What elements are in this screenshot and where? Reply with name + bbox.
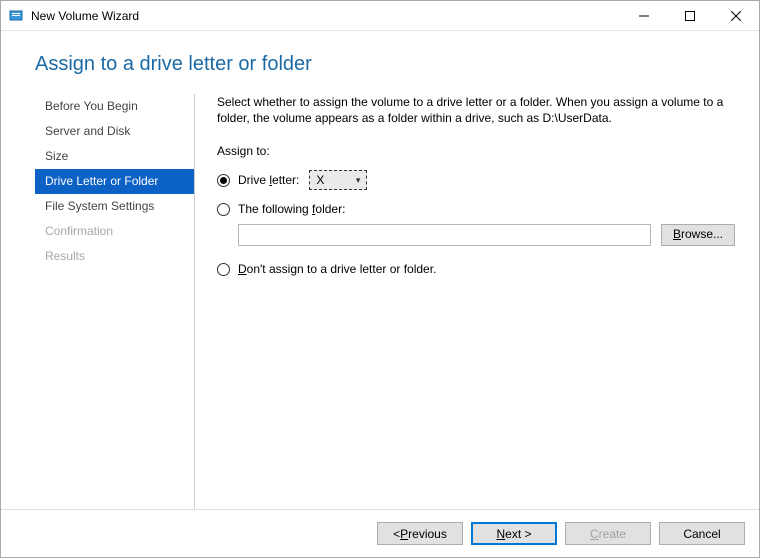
- folder-path-input[interactable]: [238, 224, 651, 246]
- window-controls: [621, 1, 759, 30]
- page-heading: Assign to a drive letter or folder: [1, 31, 759, 94]
- radio-dont-assign[interactable]: [217, 263, 230, 276]
- browse-button[interactable]: Browse...: [661, 224, 735, 246]
- assign-options: Drive letter: X ▾ The following folder:: [217, 170, 735, 276]
- assign-to-label: Assign to:: [217, 144, 735, 158]
- chevron-down-icon: ▾: [356, 175, 361, 186]
- drive-letter-value: X: [316, 173, 324, 187]
- radio-following-folder[interactable]: [217, 203, 230, 216]
- window-title: New Volume Wizard: [31, 9, 139, 23]
- nav-file-system-settings[interactable]: File System Settings: [35, 194, 194, 219]
- maximize-button[interactable]: [667, 1, 713, 30]
- main-panel: Select whether to assign the volume to a…: [195, 94, 735, 509]
- wizard-body: Assign to a drive letter or folder Befor…: [1, 31, 759, 557]
- next-button[interactable]: Next >: [471, 522, 557, 545]
- nav-before-you-begin[interactable]: Before You Begin: [35, 94, 194, 119]
- drive-letter-select[interactable]: X ▾: [309, 170, 367, 190]
- folder-input-row: Browse...: [217, 224, 735, 246]
- following-folder-label: The following folder:: [238, 202, 345, 216]
- previous-button[interactable]: < Previous: [377, 522, 463, 545]
- option-following-folder[interactable]: The following folder:: [217, 202, 735, 216]
- option-drive-letter[interactable]: Drive letter: X ▾: [217, 170, 735, 190]
- close-button[interactable]: [713, 1, 759, 30]
- drive-letter-label: Drive letter:: [238, 173, 299, 187]
- wizard-footer: < Previous Next > Create Cancel: [1, 509, 759, 557]
- cancel-button[interactable]: Cancel: [659, 522, 745, 545]
- titlebar: New Volume Wizard: [1, 1, 759, 31]
- app-icon: [9, 8, 25, 24]
- nav-size[interactable]: Size: [35, 144, 194, 169]
- dont-assign-label: Don't assign to a drive letter or folder…: [238, 262, 436, 276]
- wizard-nav: Before You Begin Server and Disk Size Dr…: [35, 94, 195, 509]
- nav-results: Results: [35, 244, 194, 269]
- page-description: Select whether to assign the volume to a…: [217, 94, 735, 126]
- minimize-button[interactable]: [621, 1, 667, 30]
- wizard-window: New Volume Wizard Assign to a drive lett…: [0, 0, 760, 558]
- option-dont-assign[interactable]: Don't assign to a drive letter or folder…: [217, 262, 735, 276]
- nav-drive-letter-or-folder[interactable]: Drive Letter or Folder: [35, 169, 194, 194]
- radio-drive-letter[interactable]: [217, 174, 230, 187]
- nav-server-and-disk[interactable]: Server and Disk: [35, 119, 194, 144]
- create-button: Create: [565, 522, 651, 545]
- nav-confirmation: Confirmation: [35, 219, 194, 244]
- content-area: Before You Begin Server and Disk Size Dr…: [1, 94, 759, 509]
